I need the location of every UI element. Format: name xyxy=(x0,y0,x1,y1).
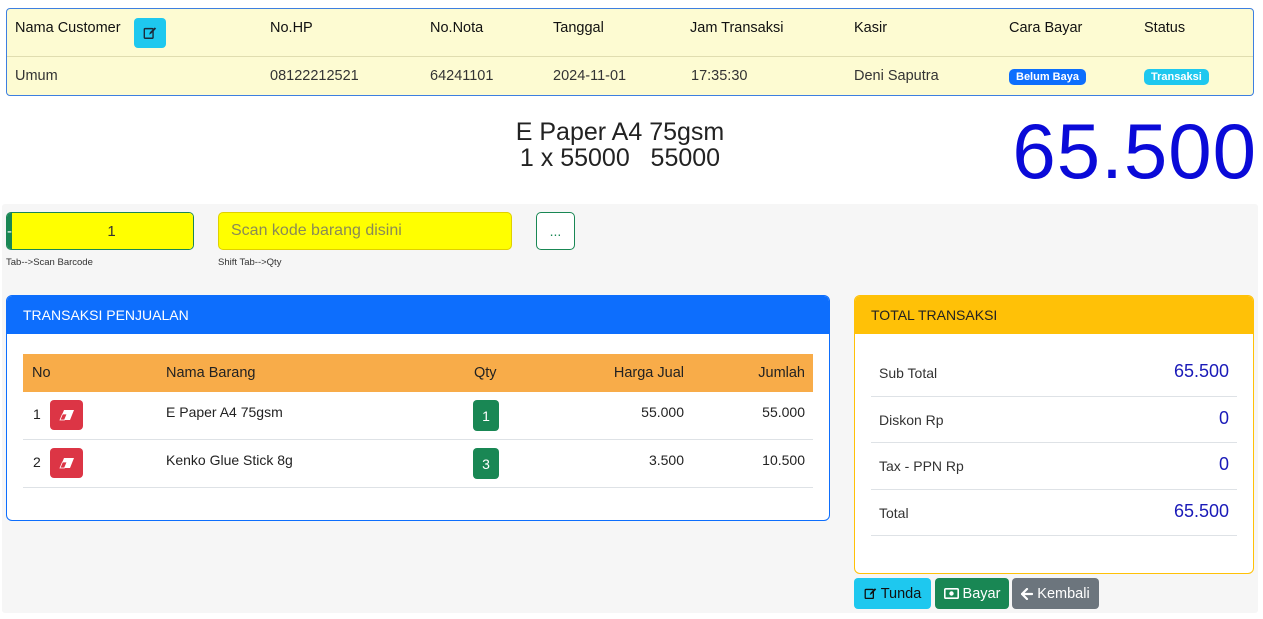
arrow-left-icon xyxy=(1021,587,1034,600)
table-row: 2 Kenko Glue Stick 8g 3 3.500 10.500 xyxy=(23,440,813,488)
row-nama-barang: Kenko Glue Stick 8g xyxy=(166,452,293,468)
quantity-stepper: - + xyxy=(6,212,194,250)
label-status: Status xyxy=(1144,20,1186,36)
eraser-icon xyxy=(58,410,74,421)
discount-value: 0 xyxy=(1218,407,1229,428)
row-jumlah: 55.000 xyxy=(762,404,805,420)
table-header: No Nama Barang Qty Harga Jual Jumlah xyxy=(23,354,813,392)
row-harga-jual: 55.000 xyxy=(641,404,684,420)
sales-items-table: No Nama Barang Qty Harga Jual Jumlah 1 E… xyxy=(23,354,813,488)
bayar-button[interactable]: Bayar xyxy=(935,578,1009,609)
delete-item-button[interactable] xyxy=(50,448,83,478)
tax-label: Tax - PPN Rp xyxy=(879,458,964,474)
grand-total-display: 65.500 xyxy=(1012,107,1257,195)
value-jam-transaksi: 17:35:30 xyxy=(691,68,748,84)
subtotal-row: Sub Total 65.500 xyxy=(871,350,1237,397)
eraser-icon xyxy=(58,458,74,469)
total-list: Sub Total 65.500 Diskon Rp 0 Tax - PPN R… xyxy=(871,350,1237,536)
total-label: Total xyxy=(879,504,909,521)
value-kasir: Deni Saputra xyxy=(854,68,939,84)
tax-row: Tax - PPN Rp 0 xyxy=(871,443,1237,490)
label-kasir: Kasir xyxy=(854,20,888,36)
subtotal-value: 65.500 xyxy=(1173,361,1229,381)
scan-hint: Shift Tab-->Qty xyxy=(218,257,282,268)
row-harga-jual: 3.500 xyxy=(648,452,684,468)
kembali-label: Kembali xyxy=(1037,585,1090,602)
barcode-scan-input[interactable] xyxy=(218,212,512,250)
col-no: No xyxy=(32,365,51,381)
status-badge: Transaksi xyxy=(1144,69,1209,85)
money-icon xyxy=(943,588,959,599)
value-no-nota: 64241101 xyxy=(430,68,494,84)
value-tanggal: 2024-11-01 xyxy=(553,68,627,84)
header-labels-row: Nama Customer No.HP No.Nota Tanggal Jam … xyxy=(7,9,1253,56)
tax-value: 0 xyxy=(1218,454,1229,474)
cara-bayar-badge: Belum Baya xyxy=(1009,69,1086,85)
tunda-button[interactable]: Tunda xyxy=(854,578,931,609)
edit-icon xyxy=(864,588,876,600)
label-no-nota: No.Nota xyxy=(430,20,484,36)
row-qty-badge: 3 xyxy=(473,448,499,479)
edit-icon xyxy=(143,27,157,39)
discount-row: Diskon Rp 0 xyxy=(871,397,1237,443)
kembali-button[interactable]: Kembali xyxy=(1012,578,1099,609)
sales-transaction-title: TRANSAKSI PENJUALAN xyxy=(7,296,829,334)
label-no-hp: No.HP xyxy=(270,20,313,36)
total-value: 65.500 xyxy=(1173,500,1229,521)
row-jumlah: 10.500 xyxy=(762,452,805,468)
value-no-hp: 08122212521 xyxy=(270,68,359,84)
subtotal-label: Sub Total xyxy=(879,365,938,381)
header-values-row: Umum 08122212521 64241101 2024-11-01 17:… xyxy=(7,56,1253,95)
qty-hint: Tab-->Scan Barcode xyxy=(6,257,93,268)
label-jam-transaksi: Jam Transaksi xyxy=(690,20,784,36)
sales-transaction-card: TRANSAKSI PENJUALAN No Nama Barang Qty H… xyxy=(6,295,830,521)
current-product-calculation: 1 x 55000 55000 xyxy=(519,144,721,172)
label-cara-bayar: Cara Bayar xyxy=(1009,20,1083,36)
transaction-header-card: Nama Customer No.HP No.Nota Tanggal Jam … xyxy=(6,8,1254,96)
edit-customer-button[interactable] xyxy=(134,18,166,48)
qty-input[interactable] xyxy=(12,213,193,249)
bayar-label: Bayar xyxy=(962,585,1001,602)
col-jumlah: Jumlah xyxy=(758,365,805,381)
label-nama-customer: Nama Customer xyxy=(15,20,121,36)
browse-items-button[interactable]: ... xyxy=(536,212,575,250)
discount-label: Diskon Rp xyxy=(879,411,944,428)
total-transaction-title: TOTAL TRANSAKSI xyxy=(855,296,1253,334)
value-nama-customer: Umum xyxy=(15,68,58,84)
total-transaction-card: TOTAL TRANSAKSI Sub Total 65.500 Diskon … xyxy=(854,295,1254,574)
row-qty-badge: 1 xyxy=(473,400,499,431)
total-row: Total 65.500 xyxy=(871,490,1237,536)
col-harga-jual: Harga Jual xyxy=(613,365,684,381)
tunda-label: Tunda xyxy=(880,585,922,602)
current-product-name: E Paper A4 75gsm xyxy=(515,118,725,146)
table-row: 1 E Paper A4 75gsm 1 55.000 55.000 xyxy=(23,392,813,440)
row-no: 2 xyxy=(33,454,41,470)
col-nama-barang: Nama Barang xyxy=(166,365,256,381)
delete-item-button[interactable] xyxy=(50,400,83,430)
row-no: 1 xyxy=(33,406,41,422)
row-nama-barang: E Paper A4 75gsm xyxy=(166,404,283,420)
label-tanggal: Tanggal xyxy=(553,20,604,36)
col-qty: Qty xyxy=(474,365,497,381)
